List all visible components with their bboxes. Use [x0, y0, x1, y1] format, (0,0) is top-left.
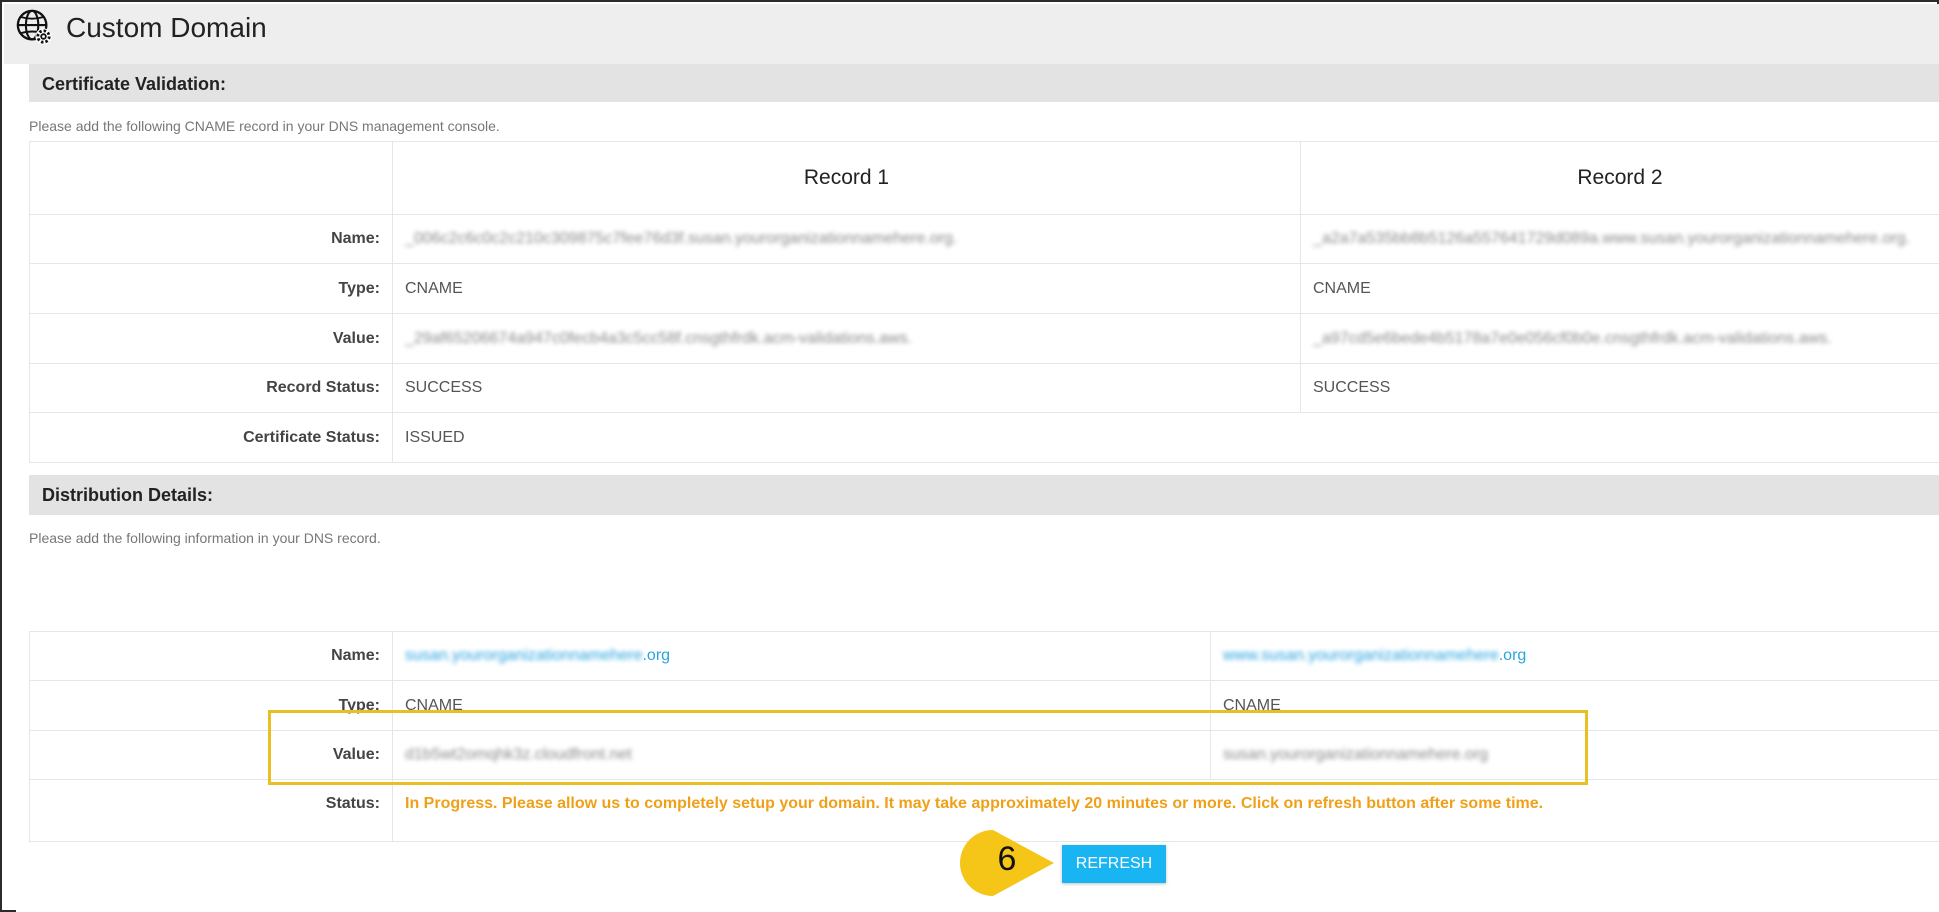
record-1-status: SUCCESS: [392, 363, 1301, 413]
section-title: Certificate Validation:: [42, 74, 227, 94]
certificate-helper-text: Please add the following CNAME record in…: [29, 118, 500, 134]
certificate-status-value: ISSUED: [392, 412, 1939, 463]
row-label-type: Type:: [29, 263, 393, 314]
record-2-value: _a97cd5e6bede4b5178a7e0e056cf0b0e.cnsgth…: [1313, 329, 1832, 347]
table-row: Value: _29af65206674a947c0fecb4a3c5cc58f…: [29, 313, 1939, 364]
row-label-certificate-status: Certificate Status:: [29, 412, 393, 463]
table-row: Name: susan.yourorganizationnamehere.org…: [29, 631, 1939, 681]
table-corner-cell: [29, 141, 393, 215]
row-label-record-status: Record Status:: [29, 363, 393, 413]
link-text: www.susan.yourorganizationnamehere: [1223, 647, 1499, 664]
row-label-status: Status:: [29, 779, 393, 842]
table-header-row: Record 1 Record 2: [29, 141, 1939, 215]
certificate-validation-header: Certificate Validation:: [29, 64, 1939, 102]
row-label-value: Value:: [29, 313, 393, 364]
link-tld: .org: [642, 647, 671, 664]
table-row: Type: CNAME CNAME: [29, 263, 1939, 314]
distribution-name-2[interactable]: www.susan.yourorganizationnamehere.org: [1210, 631, 1939, 681]
refresh-button[interactable]: REFRESH: [1062, 845, 1166, 883]
step-number: 6: [997, 840, 1017, 878]
column-header-record-2: Record 2: [1300, 141, 1939, 215]
column-header-record-1: Record 1: [392, 141, 1301, 215]
link-text: susan.yourorganizationnamehere: [405, 647, 643, 664]
link-tld: .org: [1498, 647, 1527, 664]
row-label-name: Name:: [29, 214, 393, 264]
record-2-status: SUCCESS: [1300, 363, 1939, 413]
record-1-name: _006c2c6c0c2c210c309875c7fee76d3f.susan.…: [405, 230, 958, 247]
table-row: Certificate Status: ISSUED: [29, 412, 1939, 463]
distribution-name-1[interactable]: susan.yourorganizationnamehere.org: [392, 631, 1211, 681]
page-title: Custom Domain: [66, 12, 267, 43]
record-2-name: _a2a7a535bb8b5126a557641729d089a.www.sus…: [1313, 230, 1910, 247]
app-window: Custom Domain Certificate Validation: Pl…: [0, 0, 1939, 912]
table-row: Record Status: SUCCESS SUCCESS: [29, 363, 1939, 413]
certificate-records-table: Record 1 Record 2 Name: _006c2c6c0c2c210…: [29, 141, 1939, 463]
distribution-details-header: Distribution Details:: [29, 475, 1939, 515]
status-message: In Progress. Please allow us to complete…: [405, 795, 1544, 812]
record-1-type: CNAME: [392, 263, 1301, 314]
page-header: Custom Domain: [4, 4, 1939, 64]
row-label-name: Name:: [29, 631, 393, 681]
record-2-type: CNAME: [1300, 263, 1939, 314]
distribution-helper-text: Please add the following information in …: [29, 530, 381, 546]
status-highlight-box: [268, 710, 1588, 785]
table-row: Name: _006c2c6c0c2c210c309875c7fee76d3f.…: [29, 214, 1939, 264]
globe-gear-icon: [16, 9, 52, 45]
record-1-value: _29af65206674a947c0fecb4a3c5cc58f.cnsgth…: [405, 329, 912, 347]
section-title: Distribution Details:: [42, 485, 214, 505]
